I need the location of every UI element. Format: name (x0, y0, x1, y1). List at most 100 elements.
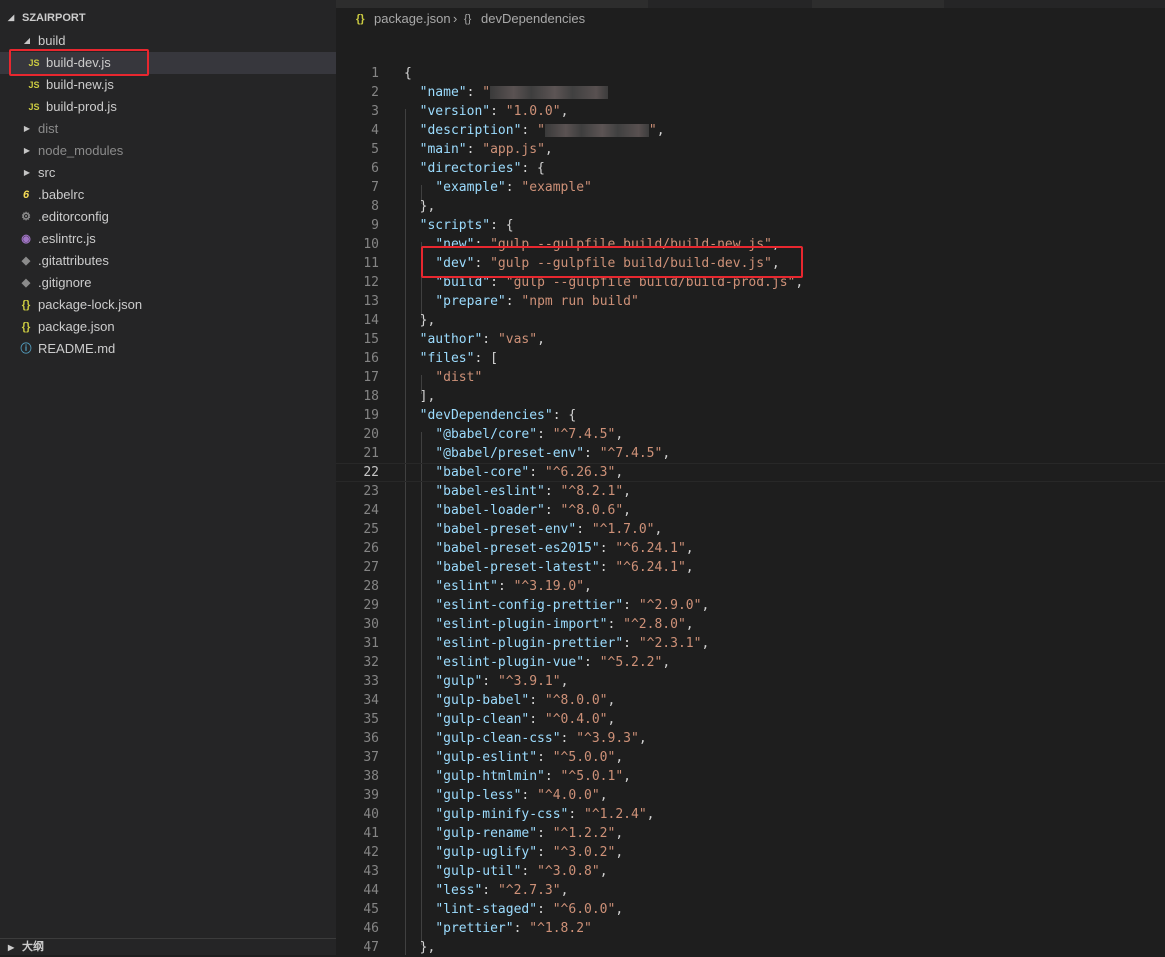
redacted-value (544, 124, 649, 137)
code-line[interactable]: 46 "prettier": "^1.8.2" (336, 919, 1165, 938)
code-line[interactable]: 27 "babel-preset-latest": "^6.24.1", (336, 558, 1165, 577)
code-text: "eslint-plugin-prettier": "^2.3.1", (435, 636, 710, 651)
code-text: "eslint": "^3.19.0", (435, 579, 592, 594)
code-line[interactable]: 47 }, (336, 938, 1165, 957)
outline-section-header[interactable]: ▶ 大纲 (0, 938, 336, 955)
tree-item-label: build-dev.js (46, 55, 111, 70)
tree-file[interactable]: 6 .babelrc (0, 184, 336, 206)
line-number: 28 (363, 579, 379, 594)
code-line[interactable]: 20 "@babel/core": "^7.4.5", (336, 425, 1165, 444)
code-line[interactable]: 5 "main": "app.js", (336, 140, 1165, 159)
code-line[interactable]: 35 "gulp-clean": "^0.4.0", (336, 710, 1165, 729)
tree-file[interactable]: {} package-lock.json (0, 294, 336, 316)
tree-file[interactable]: ◉ .eslintrc.js (0, 228, 336, 250)
code-line[interactable]: 1{ (336, 64, 1165, 83)
line-number: 23 (363, 484, 379, 499)
code-line[interactable]: 44 "less": "^2.7.3", (336, 881, 1165, 900)
line-number: 45 (363, 902, 379, 917)
code-line[interactable]: 19 "devDependencies": { (336, 406, 1165, 425)
code-line[interactable]: 26 "babel-preset-es2015": "^6.24.1", (336, 539, 1165, 558)
code-line[interactable]: 38 "gulp-htmlmin": "^5.0.1", (336, 767, 1165, 786)
code-line[interactable]: 8 }, (336, 197, 1165, 216)
code-line[interactable]: 36 "gulp-clean-css": "^3.9.3", (336, 729, 1165, 748)
code-line[interactable]: 15 "author": "vas", (336, 330, 1165, 349)
code-line[interactable]: 31 "eslint-plugin-prettier": "^2.3.1", (336, 634, 1165, 653)
tree-file[interactable]: ◆ .gitattributes (0, 250, 336, 272)
code-line[interactable]: 33 "gulp": "^3.9.1", (336, 672, 1165, 691)
code-line[interactable]: 16 "files": [ (336, 349, 1165, 368)
tree-folder[interactable]: ▶ src (0, 162, 336, 184)
code-line[interactable]: 23 "babel-eslint": "^8.2.1", (336, 482, 1165, 501)
code-line[interactable]: 22 "babel-core": "^6.26.3", (336, 463, 1165, 482)
code-line[interactable]: 9 "scripts": { (336, 216, 1165, 235)
tree-file[interactable]: {} package.json (0, 316, 336, 338)
code-line[interactable]: 11 "dev": "gulp --gulpfile build/build-d… (336, 254, 1165, 273)
tree-file[interactable]: ⓘ README.md (0, 338, 336, 360)
line-number: 9 (371, 218, 379, 233)
tree-file[interactable]: ⚙ .editorconfig (0, 206, 336, 228)
tree-file[interactable]: JS build-dev.js (0, 52, 336, 74)
tree-file[interactable]: JS build-prod.js (0, 96, 336, 118)
code-line[interactable]: 10 "new": "gulp --gulpfile build/build-n… (336, 235, 1165, 254)
code-text: "gulp-uglify": "^3.0.2", (435, 845, 624, 860)
tree-item-label: .gitattributes (38, 253, 109, 268)
tab[interactable] (812, 0, 944, 8)
breadcrumb-file[interactable]: package.json (374, 8, 451, 30)
line-number: 30 (363, 617, 379, 632)
code-text: "prepare": "npm run build" (435, 294, 639, 309)
breadcrumb-symbol[interactable]: devDependencies (481, 8, 585, 30)
code-line[interactable]: 7 "example": "example" (336, 178, 1165, 197)
code-text: }, (404, 199, 436, 214)
project-name: SZAIRPORT (22, 12, 86, 24)
code-text: "description": " ", (419, 123, 665, 138)
code-line[interactable]: 6 "directories": { (336, 159, 1165, 178)
tree-file[interactable]: JS build-new.js (0, 74, 336, 96)
code-line[interactable]: 28 "eslint": "^3.19.0", (336, 577, 1165, 596)
line-number: 20 (363, 427, 379, 442)
tree-file[interactable]: ◆ .gitignore (0, 272, 336, 294)
code-line[interactable]: 14 }, (336, 311, 1165, 330)
code-line[interactable]: 4 "description": " ", (336, 121, 1165, 140)
code-line[interactable]: 34 "gulp-babel": "^8.0.0", (336, 691, 1165, 710)
code-text: "gulp-minify-css": "^1.2.4", (435, 807, 655, 822)
tree-folder[interactable]: ▶ dist (0, 118, 336, 140)
babel-icon: 6 (22, 189, 30, 201)
git-icon: ◆ (21, 277, 31, 289)
code-line[interactable]: 45 "lint-staged": "^6.0.0", (336, 900, 1165, 919)
tree-item-label: node_modules (38, 143, 124, 158)
code-line[interactable]: 25 "babel-preset-env": "^1.7.0", (336, 520, 1165, 539)
tree-folder[interactable]: ◢ build (0, 30, 336, 52)
code-line[interactable]: 21 "@babel/preset-env": "^7.4.5", (336, 444, 1165, 463)
code-line[interactable]: 24 "babel-loader": "^8.0.6", (336, 501, 1165, 520)
code-line[interactable]: 12 "build": "gulp --gulpfile build/build… (336, 273, 1165, 292)
explorer-project-header[interactable]: ◢ SZAIRPORT (0, 8, 336, 28)
code-line[interactable]: 2 "name": " (336, 83, 1165, 102)
code-line[interactable]: 43 "gulp-util": "^3.0.8", (336, 862, 1165, 881)
code-line[interactable]: 40 "gulp-minify-css": "^1.2.4", (336, 805, 1165, 824)
code-line[interactable]: 39 "gulp-less": "^4.0.0", (336, 786, 1165, 805)
code-line[interactable]: 30 "eslint-plugin-import": "^2.8.0", (336, 615, 1165, 634)
code-text: "eslint-plugin-import": "^2.8.0", (435, 617, 694, 632)
code-line[interactable]: 41 "gulp-rename": "^1.2.2", (336, 824, 1165, 843)
code-text: "dev": "gulp --gulpfile build/build-dev.… (435, 256, 780, 271)
code-line[interactable]: 3 "version": "1.0.0", (336, 102, 1165, 121)
code-line[interactable]: 18 ], (336, 387, 1165, 406)
line-number: 34 (363, 693, 379, 708)
line-number: 44 (363, 883, 379, 898)
tree-item-label: .babelrc (38, 187, 85, 202)
code-text: "gulp-util": "^3.0.8", (435, 864, 608, 879)
tree-folder[interactable]: ▶ node_modules (0, 140, 336, 162)
code-line[interactable]: 32 "eslint-plugin-vue": "^5.2.2", (336, 653, 1165, 672)
js-file-icon: JS (28, 102, 40, 112)
code-line[interactable]: 42 "gulp-uglify": "^3.0.2", (336, 843, 1165, 862)
code-text: "version": "1.0.0", (419, 104, 569, 119)
code-line[interactable]: 29 "eslint-config-prettier": "^2.9.0", (336, 596, 1165, 615)
line-number: 17 (363, 370, 379, 385)
code-line[interactable]: 17 "dist" (336, 368, 1165, 387)
code-line[interactable]: 37 "gulp-eslint": "^5.0.0", (336, 748, 1165, 767)
code-line[interactable]: 13 "prepare": "npm run build" (336, 292, 1165, 311)
tree-item-label: build (38, 33, 66, 48)
code-text: }, (404, 313, 436, 328)
code-editor[interactable]: 1{2 "name": " 3 "version": "1.0.0", 4 "des… (336, 30, 1165, 955)
tab[interactable] (336, 0, 648, 8)
